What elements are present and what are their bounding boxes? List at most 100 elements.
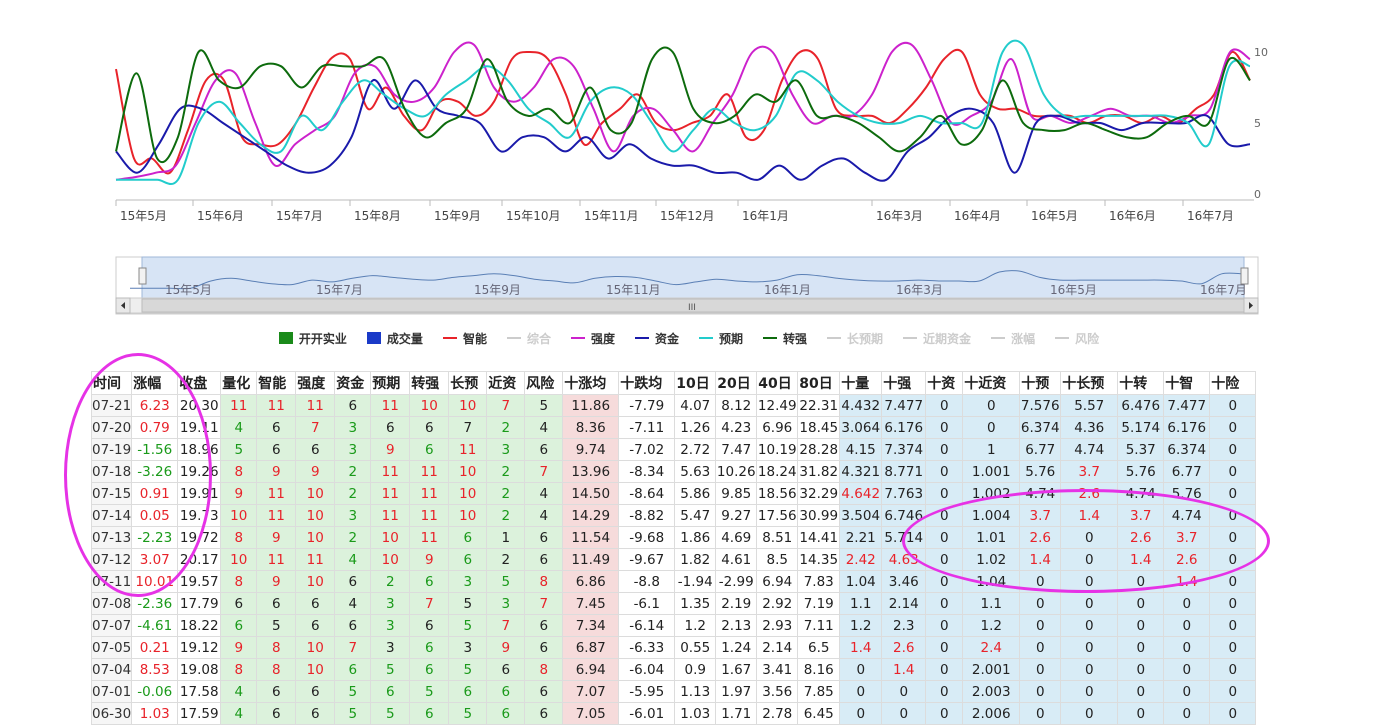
column-header[interactable]: 预期 xyxy=(370,371,411,395)
legend-item-成交量[interactable]: 成交量 xyxy=(366,329,423,347)
table-cell: 5 xyxy=(409,680,450,703)
table-row[interactable]: 06-30 1.03 17.59 4 6 6 5 5 6 5 6 6 7.05 -6.01 1.03 1.71… xyxy=(90,702,1257,725)
table-cell: 6 xyxy=(524,548,564,571)
legend-label: 强度 xyxy=(590,331,615,346)
table-cell: 6 xyxy=(486,680,526,703)
column-header[interactable]: 十量 xyxy=(839,371,883,395)
table-cell: 2.19 xyxy=(715,592,758,615)
legend-item-强度[interactable]: 强度 xyxy=(570,329,615,347)
navigator-handle[interactable] xyxy=(138,267,147,285)
column-header[interactable]: 资金 xyxy=(334,371,372,395)
table-cell: 6 xyxy=(256,438,297,461)
column-header[interactable]: 近资 xyxy=(486,371,526,395)
table-cell: -1.94 xyxy=(674,570,717,593)
table-row[interactable]: 07-01 -0.06 17.58 4 6 6 5 6 5 6 6 6 7.07 -5.95 1.13 1.9… xyxy=(90,680,1257,703)
table-cell: 4 xyxy=(524,416,564,439)
column-header[interactable]: 时间 xyxy=(90,371,133,395)
column-header[interactable]: 涨幅 xyxy=(131,371,179,395)
table-cell: 5 xyxy=(334,680,372,703)
legend-item-涨幅[interactable]: 涨幅 xyxy=(991,329,1035,347)
table-row[interactable]: 07-04 8.53 19.08 8 8 10 6 5 6 5 6 8 6.94 -6.04 0.9 1.67… xyxy=(90,658,1257,681)
legend-item-资金[interactable]: 资金 xyxy=(634,329,679,347)
column-header[interactable]: 十近资 xyxy=(962,371,1021,395)
table-row[interactable]: 07-18 -3.26 19.26 8 9 9 2 11 11 10 2 7 13.96 -8.34 5.6… xyxy=(90,460,1257,483)
table-row[interactable]: 07-15 0.91 19.91 9 11 10 2 11 11 10 2 4 14.50 -8.64 5.… xyxy=(90,482,1257,505)
column-header[interactable]: 风险 xyxy=(524,371,564,395)
table-cell: 0.55 xyxy=(674,636,717,659)
table-row[interactable]: 07-13 -2.23 19.72 8 9 10 2 10 11 6 1 6 11.54 -9.68 1.8… xyxy=(90,526,1257,549)
legend-symbol-icon xyxy=(366,332,381,344)
legend-item-近期资金[interactable]: 近期资金 xyxy=(903,329,971,347)
table-row[interactable]: 07-21 6.23 20.30 11 11 11 6 11 10 10 7 5 11.86 -7.79 4… xyxy=(90,394,1257,417)
table-cell: 0 xyxy=(1209,702,1257,725)
table-cell: 2.003 xyxy=(962,680,1021,703)
table-cell: 11 xyxy=(256,482,297,505)
column-header[interactable]: 十资 xyxy=(925,371,964,395)
table-cell: 9 xyxy=(220,636,258,659)
navigator-label: 15年9月 xyxy=(474,283,521,297)
table-cell: 10.01 xyxy=(131,570,179,593)
table-row[interactable]: 07-05 0.21 19.12 9 8 10 7 3 6 3 9 6 6.87 -6.33 0.55 1.2… xyxy=(90,636,1257,659)
table-cell: 0 xyxy=(925,636,964,659)
legend-item-预期[interactable]: 预期 xyxy=(699,329,743,347)
column-header[interactable]: 十跌均 xyxy=(618,371,676,395)
table-row[interactable]: 07-19 -1.56 18.96 5 6 6 3 9 6 11 3 6 9.74 -7.02 2.72 7.… xyxy=(90,438,1257,461)
table-cell: 0 xyxy=(1117,592,1165,615)
table-cell: -1.56 xyxy=(131,438,179,461)
table-cell: -2.23 xyxy=(131,526,179,549)
table-cell: 0 xyxy=(925,592,964,615)
legend-item-综合[interactable]: 综合 xyxy=(506,329,551,347)
table-cell: 14.35 xyxy=(797,548,841,571)
table-row[interactable]: 07-08 -2.36 17.79 6 6 6 4 3 7 5 3 7 7.45 -6.1 1.35 2.19… xyxy=(90,592,1257,615)
legend-item-开开实业[interactable]: 开开实业 xyxy=(278,329,347,347)
column-header[interactable]: 十强 xyxy=(881,371,927,395)
table-cell: -6.14 xyxy=(618,614,676,637)
table-cell: 0 xyxy=(1117,570,1165,593)
table-cell: 4.07 xyxy=(674,394,717,417)
table-cell: 5.37 xyxy=(1117,438,1165,461)
table-cell: 0 xyxy=(925,504,964,527)
table-cell: 6.94 xyxy=(562,658,620,681)
column-header[interactable]: 量化 xyxy=(220,371,258,395)
column-header[interactable]: 收盘 xyxy=(177,371,222,395)
column-header[interactable]: 10日 xyxy=(674,371,717,395)
column-header[interactable]: 强度 xyxy=(295,371,336,395)
column-header[interactable]: 80日 xyxy=(797,371,841,395)
table-cell: 0 xyxy=(925,394,964,417)
table-cell: 6 xyxy=(486,658,526,681)
column-header[interactable]: 长预 xyxy=(448,371,488,395)
column-header[interactable]: 40日 xyxy=(756,371,799,395)
column-header[interactable]: 十险 xyxy=(1209,371,1257,395)
legend-item-长预期[interactable]: 长预期 xyxy=(827,329,883,347)
column-header[interactable]: 20日 xyxy=(715,371,758,395)
table-row[interactable]: 07-11 10.01 19.57 8 9 10 6 2 6 3 5 8 6.86 -8.8 -1.94 -2… xyxy=(90,570,1257,593)
column-header[interactable]: 十转 xyxy=(1117,371,1165,395)
table-cell: 6 xyxy=(448,548,488,571)
column-header[interactable]: 智能 xyxy=(256,371,297,395)
table-cell: 1.2 xyxy=(962,614,1021,637)
column-header[interactable]: 十长预 xyxy=(1060,371,1119,395)
column-header[interactable]: 十智 xyxy=(1163,371,1211,395)
range-navigator[interactable]: 15年5月 15年7月 15年9月 15年11月 16年1月 16年3月 16年5月 16年7… xyxy=(0,250,1378,316)
navigator-handle[interactable] xyxy=(1240,267,1249,285)
legend-item-智能[interactable]: 智能 xyxy=(442,329,487,347)
column-header[interactable]: 十预 xyxy=(1019,371,1062,395)
table-cell: 6 xyxy=(256,680,297,703)
table-cell: 8 xyxy=(220,526,258,549)
table-row[interactable]: 07-07 -4.61 18.22 6 5 6 6 3 6 5 7 6 7.34 -6.14 1.2 2.13… xyxy=(90,614,1257,637)
table-cell: 0 xyxy=(1117,658,1165,681)
legend-item-风险[interactable]: 风险 xyxy=(1055,329,1099,347)
legend-item-转强[interactable]: 转强 xyxy=(763,329,807,347)
table-cell: 6 xyxy=(524,438,564,461)
table-cell: 0.21 xyxy=(131,636,179,659)
table-cell: 6 xyxy=(334,658,372,681)
column-header[interactable]: 十涨均 xyxy=(562,371,620,395)
x-tick-label: 15年5月 xyxy=(120,209,167,223)
table-row[interactable]: 07-12 3.07 20.17 10 11 11 4 10 9 6 2 6 11.49 -9.67 1.8… xyxy=(90,548,1257,571)
column-header[interactable]: 转强 xyxy=(409,371,450,395)
table-cell: 19.57 xyxy=(177,570,222,593)
table-cell: 6.77 xyxy=(1019,438,1062,461)
table-row[interactable]: 07-20 0.79 19.11 4 6 7 3 6 6 7 2 4 8.36 -7.11 1.26 4.23… xyxy=(90,416,1257,439)
table-cell: 5 xyxy=(370,702,411,725)
table-row[interactable]: 07-14 0.05 19.73 10 11 10 3 11 11 10 2 4 14.29 -8.82 5… xyxy=(90,504,1257,527)
